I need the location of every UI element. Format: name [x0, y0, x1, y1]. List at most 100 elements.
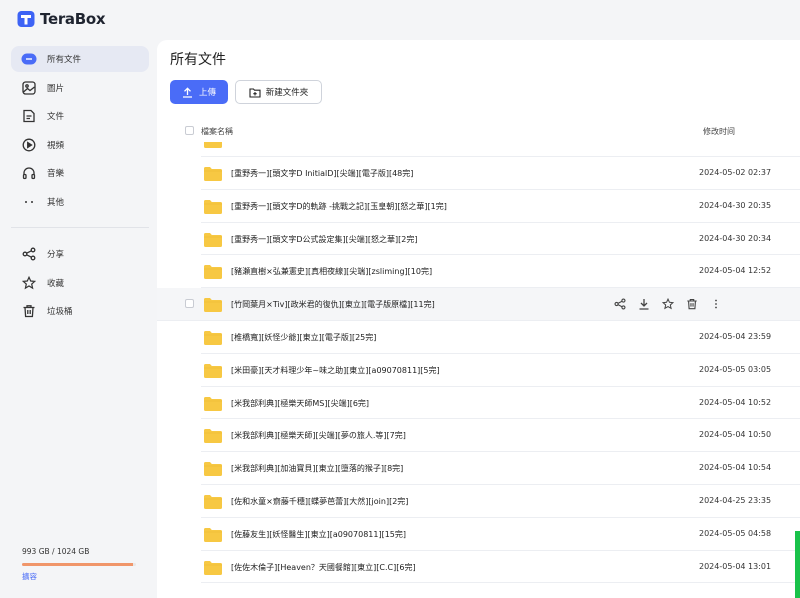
- page-title: 所有文件: [170, 52, 226, 68]
- folder-icon: [203, 264, 223, 283]
- sidebar-item-label: 其他: [47, 197, 65, 208]
- sidebar-item-videos[interactable]: 視頻: [11, 132, 149, 158]
- star-icon[interactable]: [660, 296, 676, 312]
- trash-icon[interactable]: [684, 296, 700, 312]
- file-list: [重野秀一][頭文字D InitialD][尖端][電子版][48完] 2024-…: [157, 157, 800, 584]
- modified-time: 2024-04-30 20:34: [699, 233, 772, 243]
- sidebar-item-label: 音樂: [47, 169, 65, 179]
- sidebar-item-share[interactable]: 分享: [11, 241, 149, 267]
- folder-icon: [203, 428, 223, 447]
- folder-icon: [203, 396, 223, 415]
- sidebar-item-documents[interactable]: 文件: [11, 103, 149, 129]
- table-row[interactable]: [重野秀一][頭文字D InitialD][尖端][電子版][48完] 2024-…: [201, 157, 800, 190]
- table-row[interactable]: [佐藤友生][妖怪醫生][東立][a09070811][15完] 2024-05-…: [201, 518, 800, 551]
- file-name[interactable]: [米我部利典][加油寶貝][東立][墮落的猴子][8完]: [231, 463, 403, 474]
- new-folder-label: 新建文件夾: [265, 88, 309, 98]
- share-icon[interactable]: [612, 296, 628, 312]
- file-name[interactable]: [米我部利典][極樂天師][尖端][夢の旅人.等][7完]: [231, 430, 406, 441]
- file-name[interactable]: [重野秀一][頭文字D的軌跡 -挑戰之記][玉皇朝][怒之華][1完]: [231, 201, 447, 212]
- video-icon: [21, 137, 37, 153]
- folder-icon: [204, 142, 222, 148]
- folder-icon: [203, 527, 223, 546]
- folder-icon: [203, 363, 223, 382]
- file-name[interactable]: [佐和水童×齋藤千穗][蝶夢芭蕾][大然][join][2完]: [231, 496, 408, 507]
- share-icon: [21, 246, 37, 262]
- sidebar-nav: 所有文件 圖片 文件 視頻 音樂 其他: [11, 46, 149, 217]
- sidebar-item-label: 垃圾桶: [47, 307, 73, 317]
- image-icon: [21, 80, 37, 96]
- file-name[interactable]: [米我部利典][極樂天師MS][尖端][6完]: [231, 398, 369, 409]
- modified-time: 2024-05-04 23:59: [699, 331, 772, 341]
- more-options-icon[interactable]: [708, 296, 724, 312]
- file-name[interactable]: [竹岡葉月×Tiv][政米君的復仇][東立][電子版原檔][11完]: [231, 299, 435, 310]
- download-icon[interactable]: [636, 296, 652, 312]
- trash-icon: [21, 303, 37, 319]
- table-row-partial: [201, 142, 800, 157]
- folder-icon: [203, 461, 223, 480]
- file-table-header: 檔案名稱 修改时间: [157, 120, 800, 142]
- column-header-modified-time[interactable]: 修改时间: [703, 126, 735, 137]
- expand-storage-link[interactable]: 擴容: [22, 571, 140, 582]
- sidebar-item-label: 圖片: [47, 83, 65, 94]
- file-name[interactable]: [米田豪][天才料理少年~味之助][東立][a09070811][5完]: [231, 365, 440, 376]
- storage-text: 993 GB / 1024 GB: [22, 547, 90, 556]
- modified-time: 2024-05-02 02:37: [699, 168, 772, 177]
- sidebar-item-label: 文件: [47, 112, 65, 122]
- upload-button[interactable]: 上傳: [170, 80, 228, 104]
- sidebar-item-label: 收藏: [47, 278, 65, 289]
- star-icon: [21, 275, 37, 291]
- upload-icon: [182, 86, 192, 98]
- table-row[interactable]: [米田豪][天才料理少年~味之助][東立][a09070811][5完] 2024…: [201, 354, 800, 387]
- table-row[interactable]: [椎橋寬][妖怪少爺][東立][電子版][25完] 2024-05-04 23:5…: [201, 321, 800, 354]
- sidebar-item-all-files[interactable]: 所有文件: [11, 46, 149, 72]
- folder-icon: [203, 232, 223, 251]
- terabox-logo[interactable]: TeraBox: [16, 9, 106, 29]
- file-name[interactable]: [重野秀一][頭文字D InitialD][尖端][電子版][48完]: [231, 168, 413, 179]
- sidebar-item-music[interactable]: 音樂: [11, 160, 149, 186]
- modified-time: 2024-05-04 10:52: [699, 397, 772, 407]
- sidebar-nav-secondary: 分享 收藏 垃圾桶: [11, 241, 149, 327]
- sidebar: TeraBox 所有文件 圖片 文件 視頻 音樂 其他 分享 收藏 垃圾桶 99…: [0, 0, 157, 598]
- row-actions: [612, 296, 724, 312]
- file-name[interactable]: [椎橋寬][妖怪少爺][東立][電子版][25完]: [231, 332, 376, 343]
- new-folder-button[interactable]: 新建文件夾: [235, 80, 322, 104]
- table-row[interactable]: [米我部利典][加油寶貝][東立][墮落的猴子][8完] 2024-05-04 1…: [201, 452, 800, 485]
- row-checkbox[interactable]: [185, 299, 194, 309]
- table-row[interactable]: [佐和水童×齋藤千穗][蝶夢芭蕾][大然][join][2完] 2024-04-2…: [201, 485, 800, 518]
- table-row[interactable]: [米我部利典][極樂天師MS][尖端][6完] 2024-05-04 10:52: [201, 387, 800, 420]
- modified-time: 2024-05-04 10:54: [699, 463, 772, 473]
- new-folder-icon: [249, 87, 261, 98]
- document-icon: [21, 108, 37, 124]
- sidebar-item-images[interactable]: 圖片: [11, 75, 149, 101]
- storage-progress-fill: [22, 563, 133, 566]
- sidebar-item-label: 視頻: [47, 140, 65, 151]
- folder-icon: [203, 166, 223, 185]
- table-row[interactable]: [重野秀一][頭文字D公式設定集][尖端][怒之華][2完] 2024-04-30…: [201, 223, 800, 256]
- sidebar-item-others[interactable]: 其他: [11, 189, 149, 215]
- folder-icon: [203, 330, 223, 349]
- file-name[interactable]: [佐藤友生][妖怪醫生][東立][a09070811][15完]: [231, 529, 406, 540]
- app-name: TeraBox: [40, 10, 106, 28]
- modified-time: 2024-05-05 04:58: [699, 528, 772, 538]
- side-widget-bar[interactable]: [795, 531, 800, 598]
- column-header-name[interactable]: 檔案名稱: [201, 126, 233, 137]
- sidebar-item-favorites[interactable]: 收藏: [11, 270, 149, 296]
- folder-icon: [203, 494, 223, 513]
- file-name[interactable]: [豬瀬直樹×弘兼憲史][真相夜線][尖端][zsliming][10完]: [231, 266, 432, 277]
- table-row[interactable]: [米我部利典][極樂天師][尖端][夢の旅人.等][7完] 2024-05-04 …: [201, 419, 800, 453]
- storage-progress-bar: [22, 563, 136, 566]
- sidebar-item-trash[interactable]: 垃圾桶: [11, 298, 149, 324]
- table-row[interactable]: [豬瀬直樹×弘兼憲史][真相夜線][尖端][zsliming][10完] 2024…: [201, 255, 800, 289]
- table-row[interactable]: [竹岡葉月×Tiv][政米君的復仇][東立][電子版原檔][11完]: [157, 288, 800, 321]
- more-icon: [21, 194, 37, 210]
- upload-label: 上傳: [198, 88, 216, 98]
- modified-time: 2024-05-04 10:50: [699, 430, 772, 440]
- folder-icon: [203, 560, 223, 579]
- sidebar-item-label: 所有文件: [47, 55, 82, 65]
- table-row[interactable]: [重野秀一][頭文字D的軌跡 -挑戰之記][玉皇朝][怒之華][1完] 2024-…: [201, 190, 800, 223]
- modified-time: 2024-04-25 23:35: [699, 495, 772, 505]
- file-name[interactable]: [重野秀一][頭文字D公式設定集][尖端][怒之華][2完]: [231, 234, 417, 245]
- table-row[interactable]: [佐佐木倫子][Heaven？天國餐館][東立][C.C][6完] 2024-05…: [201, 551, 800, 584]
- select-all-checkbox[interactable]: [185, 126, 194, 135]
- file-name[interactable]: [佐佐木倫子][Heaven？天國餐館][東立][C.C][6完]: [231, 562, 416, 573]
